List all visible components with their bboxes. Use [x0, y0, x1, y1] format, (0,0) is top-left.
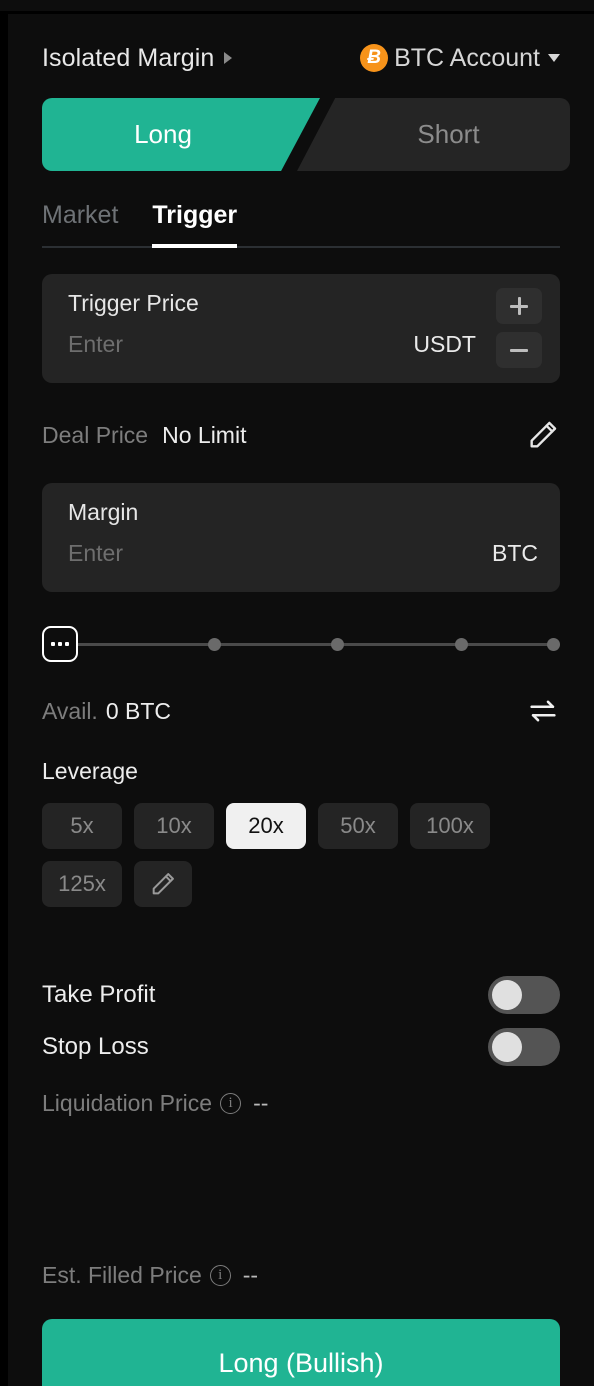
pencil-icon	[530, 421, 557, 448]
leverage-options: 5x 10x 20x 50x 100x 125x	[42, 803, 560, 907]
leverage-title: Leverage	[42, 758, 138, 784]
trigger-price-stepper	[496, 288, 542, 368]
submit-order-button[interactable]: Long (Bullish)	[42, 1319, 560, 1386]
est-filled-price-row: Est. Filled Price i --	[42, 1253, 560, 1297]
margin-input[interactable]	[68, 540, 492, 567]
margin-unit: BTC	[492, 540, 538, 566]
leverage-option-100x[interactable]: 100x	[410, 803, 490, 849]
margin-input-row: BTC	[68, 540, 538, 567]
trigger-price-field: Trigger Price USDT	[42, 274, 560, 383]
margin-field: Margin BTC	[42, 483, 560, 592]
caret-right-icon	[224, 52, 233, 64]
tab-short-label: Short	[417, 119, 480, 149]
tab-long[interactable]: Long	[42, 98, 320, 171]
left-edge-gutter	[0, 14, 8, 1386]
deal-price-value: No Limit	[162, 421, 247, 448]
transfer-arrows-icon	[530, 700, 556, 722]
leverage-option-125x[interactable]: 125x	[42, 861, 122, 907]
minus-icon	[510, 348, 528, 352]
tab-short[interactable]: Short	[297, 98, 570, 171]
increment-button[interactable]	[496, 288, 542, 324]
deal-price-row: Deal Price No Limit	[42, 413, 560, 457]
leverage-edit-button[interactable]	[134, 861, 192, 907]
liquidation-price-row: Liquidation Price i --	[42, 1081, 560, 1125]
decrement-button[interactable]	[496, 332, 542, 368]
slider-track	[60, 643, 560, 646]
toggle-knob	[492, 980, 522, 1010]
toggle-knob	[492, 1032, 522, 1062]
margin-percent-slider[interactable]	[42, 626, 560, 662]
order-type-tabs: Market Trigger	[42, 201, 560, 248]
stop-loss-label: Stop Loss	[42, 1033, 149, 1060]
position-side-tabs: Short Long	[42, 98, 570, 171]
liquidation-price-value: --	[253, 1089, 269, 1116]
slider-handle[interactable]	[42, 626, 78, 662]
info-icon[interactable]: i	[220, 1092, 242, 1114]
bitcoin-coin-icon: Ƀ	[360, 44, 389, 72]
deal-price-label: Deal Price	[42, 421, 149, 448]
available-label: Avail.	[42, 697, 98, 724]
take-profit-row: Take Profit	[42, 969, 560, 1021]
leverage-option-10x[interactable]: 10x	[134, 803, 214, 849]
plus-icon	[510, 297, 528, 315]
caret-down-icon	[548, 54, 560, 62]
slider-stop-50[interactable]	[331, 638, 344, 651]
order-form-panel: Isolated Margin Ƀ BTC Account Short Long…	[8, 14, 594, 1386]
liquidation-price-label: Liquidation Price	[42, 1089, 213, 1116]
deal-price-edit-button[interactable]	[526, 418, 560, 452]
trigger-price-input-row: USDT	[68, 331, 538, 358]
slider-stop-100[interactable]	[547, 638, 560, 651]
available-value: 0 BTC	[105, 697, 172, 724]
top-edge-band	[0, 0, 594, 11]
available-balance-row: Avail. 0 BTC	[42, 692, 560, 730]
transfer-button[interactable]	[526, 694, 560, 728]
stop-loss-row: Stop Loss	[42, 1021, 560, 1073]
panel-header: Isolated Margin Ƀ BTC Account	[42, 14, 560, 86]
trigger-price-input[interactable]	[68, 331, 414, 358]
slider-stop-75[interactable]	[455, 638, 468, 651]
margin-label: Margin	[68, 499, 139, 525]
take-profit-toggle[interactable]	[488, 976, 560, 1014]
leverage-option-20x[interactable]: 20x	[226, 803, 306, 849]
tab-trigger[interactable]: Trigger	[152, 201, 238, 248]
est-filled-price-label: Est. Filled Price	[42, 1261, 202, 1288]
trigger-price-label: Trigger Price	[68, 290, 199, 316]
leverage-option-5x[interactable]: 5x	[42, 803, 122, 849]
slider-stop-25[interactable]	[208, 638, 221, 651]
tab-long-label: Long	[134, 119, 192, 149]
trigger-price-unit: USDT	[413, 331, 476, 357]
margin-mode-selector[interactable]: Isolated Margin	[42, 43, 233, 73]
margin-mode-label: Isolated Margin	[42, 43, 215, 72]
est-filled-price-value: --	[242, 1261, 259, 1288]
tab-market[interactable]: Market	[42, 201, 118, 248]
info-icon[interactable]: i	[209, 1264, 231, 1286]
account-label: BTC Account	[394, 43, 540, 72]
account-selector[interactable]: Ƀ BTC Account	[360, 44, 560, 73]
trading-order-panel: Isolated Margin Ƀ BTC Account Short Long…	[0, 0, 594, 1386]
stop-loss-toggle[interactable]	[488, 1028, 560, 1066]
leverage-option-50x[interactable]: 50x	[318, 803, 398, 849]
take-profit-label: Take Profit	[42, 981, 156, 1008]
pencil-icon	[152, 873, 174, 895]
